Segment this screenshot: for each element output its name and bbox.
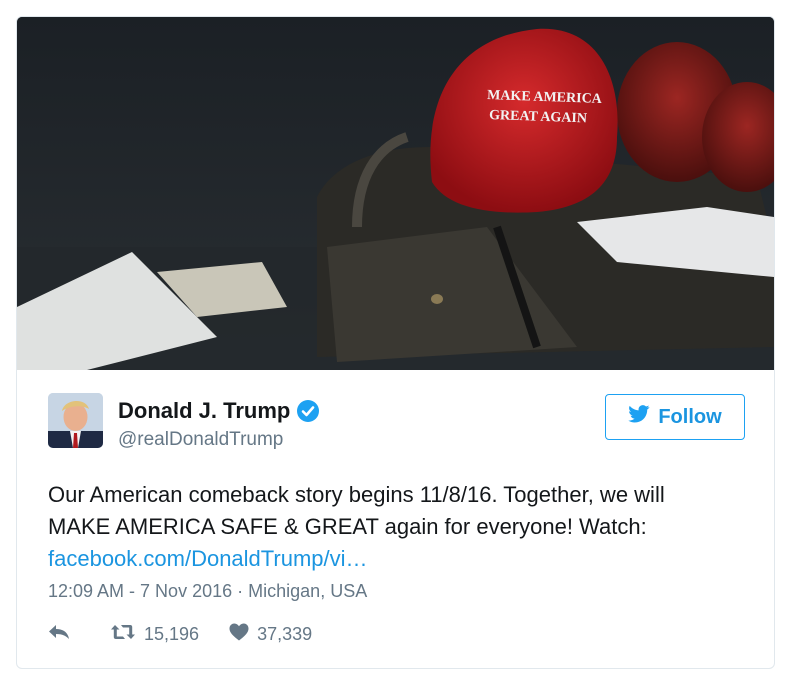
name-row: Donald J. Trump <box>118 398 320 424</box>
reply-button[interactable] <box>48 624 78 645</box>
retweet-count: 15,196 <box>144 624 200 644</box>
tweet-text-line1: Our American comeback story begins 11/8/… <box>48 482 665 507</box>
tweet-actions: 15,196 37,339 <box>48 623 312 646</box>
meta-separator: · <box>237 581 244 601</box>
twitter-bird-icon <box>628 405 658 429</box>
embedded-tweet-card: MAKE AMERICA GREAT AGAIN Donald J. Trump <box>16 16 775 669</box>
follow-label: Follow <box>658 405 722 428</box>
like-button[interactable]: 37,339 <box>229 623 312 646</box>
follow-button[interactable]: Follow <box>605 394 745 440</box>
display-name[interactable]: Donald J. Trump <box>118 398 290 424</box>
timestamp-link[interactable]: 12:09 AM - 7 Nov 2016 <box>48 581 232 601</box>
handle[interactable]: @realDonaldTrump <box>118 429 283 451</box>
retweet-button[interactable]: 15,196 <box>110 623 199 646</box>
tweet-link[interactable]: facebook.com/DonaldTrump/vi… <box>48 543 748 575</box>
avatar[interactable] <box>48 393 103 448</box>
tweet-text-line2: MAKE AMERICA SAFE & GREAT again for ever… <box>48 514 647 539</box>
media-scene: MAKE AMERICA GREAT AGAIN <box>17 17 774 370</box>
reply-icon <box>48 624 78 645</box>
heart-icon <box>229 623 257 646</box>
location-link[interactable]: Michigan, USA <box>248 581 367 601</box>
like-count: 37,339 <box>257 624 313 644</box>
retweet-icon <box>110 623 144 646</box>
verified-badge-icon <box>296 399 320 423</box>
tweet-text: Our American comeback story begins 11/8/… <box>48 479 748 575</box>
tweet-media-image[interactable]: MAKE AMERICA GREAT AGAIN <box>17 17 774 370</box>
tweet-meta: 12:09 AM - 7 Nov 2016 · Michigan, USA <box>48 581 367 602</box>
